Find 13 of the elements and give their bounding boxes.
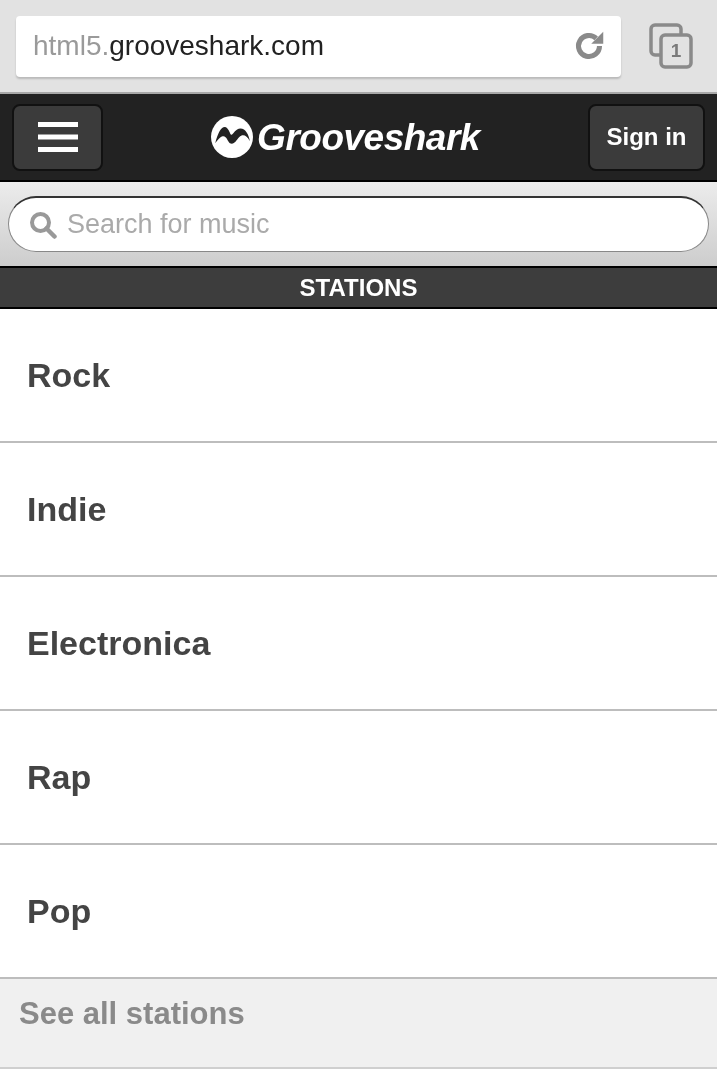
tab-count: 1 — [669, 39, 683, 63]
logo-icon — [211, 116, 254, 158]
search-icon — [29, 210, 57, 239]
url-text: html5.grooveshark.com — [33, 29, 325, 63]
tabs-icon — [649, 23, 693, 69]
sign-in-button[interactable]: Sign in — [588, 103, 705, 171]
menu-icon — [37, 122, 78, 152]
search-field[interactable]: Search for music — [8, 196, 709, 252]
menu-button[interactable] — [12, 103, 103, 171]
address-bar[interactable]: html5.grooveshark.com — [16, 15, 621, 77]
section-title: STATIONS — [299, 272, 418, 303]
logo-text: Grooveshark — [257, 118, 480, 156]
search-input[interactable]: Search for music — [67, 204, 708, 245]
